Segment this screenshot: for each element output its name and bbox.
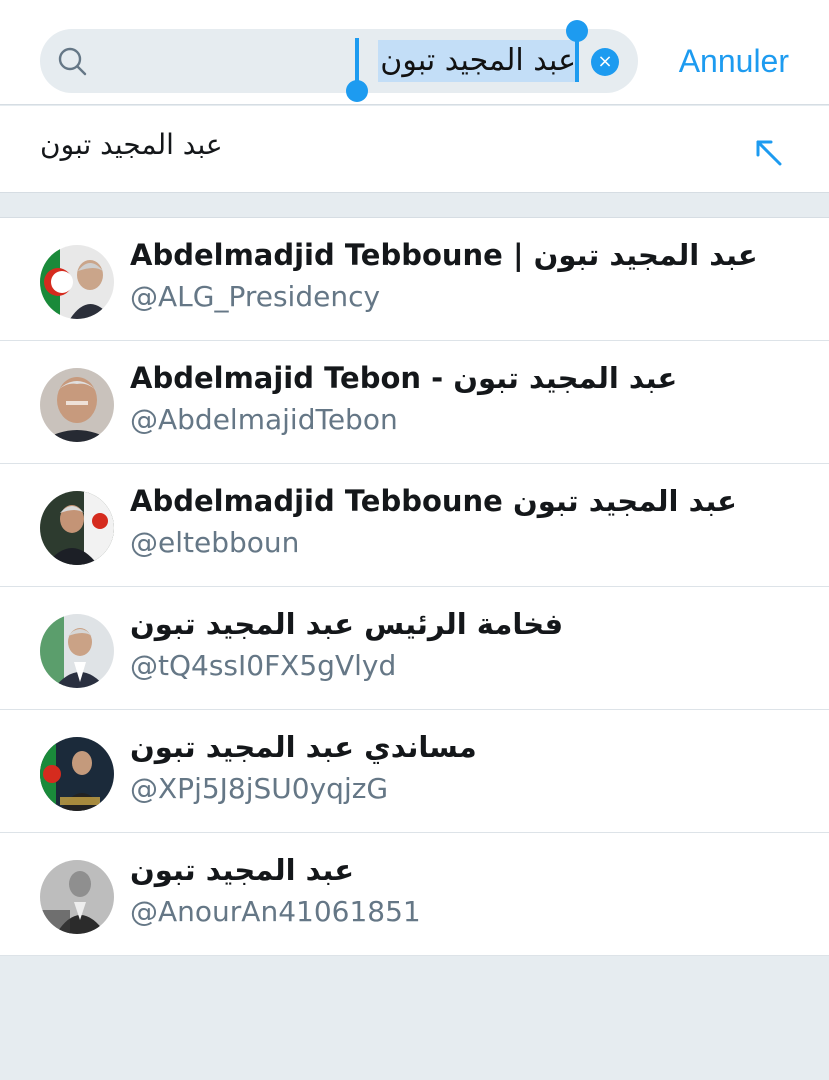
user-display-name: عبد المجيد تبون	[130, 853, 355, 887]
search-icon	[58, 47, 87, 76]
selection-start-caret	[575, 36, 579, 82]
user-display-name: Abdelmadjid Tebboune عبد المجيد تبون	[130, 484, 737, 518]
user-result-row[interactable]: Abdelmadjid Tebboune عبد المجيد تبون @el…	[0, 464, 829, 587]
avatar	[40, 491, 114, 565]
search-suggestion[interactable]: عبد المجيد تبون	[0, 106, 829, 193]
user-results-list: Abdelmadjid Tebboune | عبد المجيد تبون @…	[0, 217, 829, 956]
avatar	[40, 737, 114, 811]
selection-end-caret	[355, 38, 359, 84]
user-display-name: Abdelmajid Tebon - عبد المجيد تبون	[130, 361, 678, 395]
user-handle: @eltebboun	[130, 526, 300, 559]
user-handle: @ALG_Presidency	[130, 280, 381, 313]
user-handle: @AnourAn41061851	[130, 895, 421, 928]
user-handle: @AbdelmajidTebon	[130, 403, 398, 436]
user-display-name: Abdelmadjid Tebboune | عبد المجيد تبون	[130, 238, 758, 272]
user-result-row[interactable]: فخامة الرئيس عبد المجيد تبون @tQ4ssI0FX5…	[0, 587, 829, 710]
suggestion-text: عبد المجيد تبون	[40, 128, 223, 161]
search-header: عبد المجيد تبون × Annuler	[0, 0, 829, 105]
avatar	[40, 245, 114, 319]
search-query-text[interactable]: عبد المجيد تبون	[378, 40, 578, 82]
user-display-name: مساندي عبد المجيد تبون	[130, 730, 477, 764]
user-display-name: فخامة الرئيس عبد المجيد تبون	[130, 607, 564, 641]
search-input[interactable]: عبد المجيد تبون	[40, 29, 638, 93]
avatar	[40, 614, 114, 688]
clear-search-button[interactable]: ×	[591, 48, 619, 76]
user-handle: @XPj5J8jSU0yqjzG	[130, 772, 389, 805]
avatar	[40, 368, 114, 442]
selection-end-handle[interactable]	[346, 80, 368, 102]
fill-arrow-icon[interactable]	[753, 137, 783, 167]
user-result-row[interactable]: عبد المجيد تبون @AnourAn41061851	[0, 833, 829, 956]
user-result-row[interactable]: Abdelmadjid Tebboune | عبد المجيد تبون @…	[0, 218, 829, 341]
avatar	[40, 860, 114, 934]
cancel-button[interactable]: Annuler	[679, 40, 789, 82]
user-result-row[interactable]: مساندي عبد المجيد تبون @XPj5J8jSU0yqjzG	[0, 710, 829, 833]
user-result-row[interactable]: Abdelmajid Tebon - عبد المجيد تبون @Abde…	[0, 341, 829, 464]
user-handle: @tQ4ssI0FX5gVlyd	[130, 649, 397, 682]
